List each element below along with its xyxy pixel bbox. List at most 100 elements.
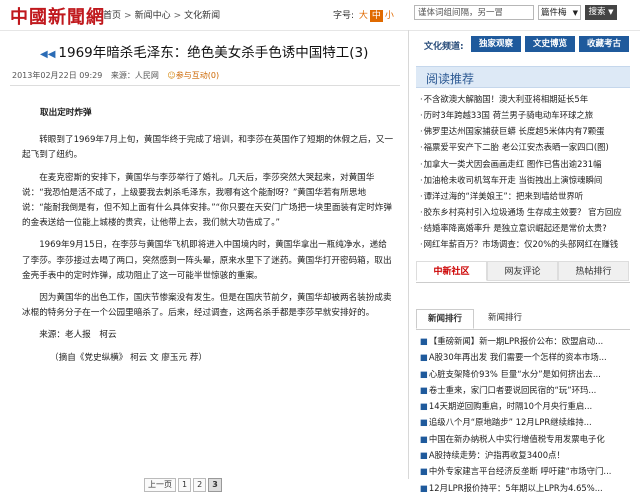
list-item[interactable]: ·不含欲澳大解脑国！澳大利亚将相期延长5年 xyxy=(420,91,628,107)
list-item[interactable]: ■A股30年再出发 我们需要一个怎样的资本市场... xyxy=(420,349,628,365)
list-item[interactable]: ■卷士重来，家门口者要说回民宿的“玩”环玛... xyxy=(420,382,628,398)
rank-list: ■【重磅新闻】新一期LPR报价公布：欧盟启动... ■A股30年再出发 我们需要… xyxy=(420,333,628,496)
bullet-icon: ■ xyxy=(420,336,428,346)
pagination: 上一页 1 2 3 xyxy=(144,478,224,492)
article-body: 取出定时炸弹 转眼到了1969年7月上旬，黄国华终于完成了培训，和李莎在英国作了… xyxy=(22,106,394,373)
bullet-icon: · xyxy=(420,158,423,169)
top-bar: 中國新聞網 首页 > 新闻中心 > 文化新闻 字号: 大中小 谨体词组间隔，另一冒 篇件… xyxy=(0,0,640,31)
list-item-label: A股持续走势：沪指再收复3400点！ xyxy=(428,450,565,461)
community-tabs: 中新社区 网友评论 热帖排行 xyxy=(416,261,630,283)
bullet-icon: · xyxy=(420,142,423,153)
list-item-label: 佛罗里达州国家捕获巨蟒 长度超5米体内有7颗蛋 xyxy=(423,126,605,137)
article-paragraph: 1969年9月15日，在李莎与黄国华飞机即将进入中国境内时，黄国华拿出一瓶纯净水… xyxy=(22,240,392,281)
bullet-icon: · xyxy=(420,206,423,217)
prev-page-button[interactable]: 上一页 xyxy=(144,478,176,492)
article-title-row: ◀◀ 1969年暗杀毛泽东：绝色美女杀手色诱中国特工(3) xyxy=(40,41,368,61)
list-item-label: 不含欲澳大解脑国！澳大利亚将相期延长5年 xyxy=(423,94,589,104)
font-size-switcher: 字号: 大中小 xyxy=(333,8,396,22)
list-item[interactable]: ·结婚率降离婚率升 是独立意识崛起还是常价太贵? xyxy=(420,220,628,236)
bullet-icon: · xyxy=(420,94,423,104)
list-item[interactable]: ·胶东乡村亮村引入垃圾通场 生存成主效要？ 官方回应 xyxy=(420,204,628,220)
search-scope-select[interactable]: 篇件梅 ▼ xyxy=(538,5,581,20)
tab-news-rank[interactable]: 新闻排行 xyxy=(416,309,474,329)
page-link[interactable]: 2 xyxy=(193,478,207,492)
article-date: 2013年02月22日 09:29 xyxy=(12,71,103,80)
reading-recommend-header: 阅读推荐 xyxy=(416,66,630,88)
breadcrumb-home[interactable]: 首页 xyxy=(103,11,121,21)
search-input[interactable]: 谨体词组间隔，另一冒 xyxy=(414,5,534,20)
list-item[interactable]: ·福票爱平安产下二胎 老公江安杰表晒一家四口(图) xyxy=(420,139,628,155)
breadcrumb-news-center[interactable]: 新闻中心 xyxy=(135,11,171,21)
font-size-small[interactable]: 小 xyxy=(383,10,396,22)
breadcrumb: 首页 > 新闻中心 > 文化新闻 xyxy=(103,8,220,21)
article-subheading: 取出定时炸弹 xyxy=(40,108,92,118)
font-size-large[interactable]: 大 xyxy=(357,10,370,22)
divider xyxy=(10,85,400,86)
comment-icon: ☺ xyxy=(167,71,176,80)
rank-tabs: 新闻排行 新闻排行 xyxy=(416,309,630,330)
list-item[interactable]: ■中外专家建言平台经济反垄断 呼吁建“市场守门... xyxy=(420,463,628,479)
list-item-label: 中外专家建言平台经济反垄断 呼吁建“市场守门... xyxy=(428,466,612,477)
list-item-label: 胶东乡村亮村引入垃圾通场 生存成主效要？ 官方回应 xyxy=(423,206,622,217)
list-item[interactable]: ■中国在新办纳税人中实行增值税专用发票电子化 xyxy=(420,431,628,447)
search-scope-value: 篇件梅 xyxy=(541,8,567,18)
bullet-icon: ■ xyxy=(420,417,428,428)
list-item[interactable]: ·谭洋过海的“洋美娘王”：把来到墙给世界听 xyxy=(420,188,628,204)
list-item-label: 结婚率降离婚率升 是独立意识崛起还是常价太贵? xyxy=(423,223,607,234)
list-item[interactable]: ·网红年薪百万？市场调查：仅20%的头部网红在赚钱 xyxy=(420,236,628,252)
page-link[interactable]: 1 xyxy=(178,478,192,492)
audio-icon[interactable]: ◀◀ xyxy=(40,49,55,60)
tab-community[interactable]: 中新社区 xyxy=(416,261,487,281)
article-source: 来源：人民网 xyxy=(110,71,159,80)
reading-recommend-title: 阅读推荐 xyxy=(426,72,475,86)
article-source-line: 来源：老人报 柯云 xyxy=(39,330,117,341)
tab-comments[interactable]: 网友评论 xyxy=(487,261,558,281)
current-page[interactable]: 3 xyxy=(208,478,222,492)
list-item[interactable]: ■12月LPR报价持平：5年期以上LPR为4.65%... xyxy=(420,480,628,496)
bullet-icon: ■ xyxy=(420,352,428,363)
list-item[interactable]: ·加拿大一类犬因会画画走红 图作已售出逾231幅 xyxy=(420,156,628,172)
channel-bar: 文化频道: 独家观察 文史博览 收藏考古 xyxy=(416,36,630,53)
bullet-icon: · xyxy=(420,239,423,250)
list-item-label: 加油枪未收司机驾车开走 当街拽出上演惊魂瞬间 xyxy=(423,174,603,185)
list-item[interactable]: ■追级八个月“原地踏步” 12月LPR继续维持... xyxy=(420,414,628,430)
reading-list: ·不含欲澳大解脑国！澳大利亚将相期延长5年 ·历时3年跨越33国 荷兰男子骑电动… xyxy=(420,91,628,252)
list-item[interactable]: ·加油枪未收司机驾车开走 当街拽出上演惊魂瞬间 xyxy=(420,172,628,188)
bullet-icon: ■ xyxy=(420,466,428,477)
bullet-icon: · xyxy=(420,126,423,137)
bullet-icon: ■ xyxy=(420,368,428,379)
bullet-icon: · xyxy=(420,110,423,121)
comment-link[interactable]: ☺参与互动(0) xyxy=(167,71,219,80)
article-paragraph: 转眼到了1969年7月上旬，黄国华终于完成了培训，和李莎在英国作了短期的休假之后… xyxy=(22,135,394,161)
font-size-medium[interactable]: 中 xyxy=(369,10,383,22)
list-item-label: 福票爱平安产下二胎 老公江安杰表晒一家四口(图) xyxy=(423,142,609,153)
site-logo[interactable]: 中國新聞網 xyxy=(10,3,105,29)
list-item-label: 谭洋过海的“洋美娘王”：把来到墙给世界听 xyxy=(423,190,584,201)
list-item[interactable]: ■A股持续走势：沪指再收复3400点！ xyxy=(420,447,628,463)
article-title: 1969年暗杀毛泽东：绝色美女杀手色诱中国特工(3) xyxy=(58,45,369,61)
list-item[interactable]: ■【重磅新闻】新一期LPR报价公布：欧盟启动... xyxy=(420,333,628,349)
tab-hot-posts[interactable]: 热帖排行 xyxy=(558,261,629,281)
bullet-icon: ■ xyxy=(420,482,428,493)
search-button-label: 搜索 xyxy=(588,7,606,17)
bullet-icon: · xyxy=(420,174,423,185)
bullet-icon: ■ xyxy=(420,401,428,412)
channel-button-collection[interactable]: 收藏考古 xyxy=(579,36,629,52)
list-item[interactable]: ·历时3年跨越33国 荷兰男子骑电动车环球之旅 xyxy=(420,107,628,123)
article-paragraph: 在麦克密斯的安排下，黄国华与李莎举行了婚礼。几天后，李莎突然大哭起来，对黄国华说… xyxy=(22,172,392,229)
list-item[interactable]: ■14天期逆回购重启，时隔10个月央行重启... xyxy=(420,398,628,414)
article-meta: 2013年02月22日 09:29 来源：人民网 ☺参与互动(0) xyxy=(12,70,219,81)
sidebar: 文化频道: 独家观察 文史博览 收藏考古 阅读推荐 ·不含欲澳大解脑国！澳大利亚… xyxy=(416,30,640,493)
breadcrumb-culture-news[interactable]: 文化新闻 xyxy=(184,11,220,21)
list-item-label: 历时3年跨越33国 荷兰男子骑电动车环球之旅 xyxy=(423,110,594,121)
list-item[interactable]: ·佛罗里达州国家捕获巨蟒 长度超5米体内有7颗蛋 xyxy=(420,123,628,139)
search-button[interactable]: 搜索 ▼ xyxy=(585,5,617,20)
list-item[interactable]: ■心脏支架降价93% 巨量“水分”是如何挤出去... xyxy=(420,366,628,382)
list-item-label: 追级八个月“原地踏步” 12月LPR继续维持... xyxy=(428,417,592,428)
channel-button-history[interactable]: 文史博览 xyxy=(525,36,575,52)
bullet-icon: ■ xyxy=(420,384,428,395)
tab-news-rank-2[interactable]: 新闻排行 xyxy=(476,309,534,328)
list-item-label: 中国在新办纳税人中实行增值税专用发票电子化 xyxy=(428,433,605,444)
channel-button-exclusive[interactable]: 独家观察 xyxy=(471,36,521,52)
article-paragraph: 因为黄国华的出色工作，国庆节惨案没有发生。但是在国庆节前夕，黄国华却被两名装扮成… xyxy=(22,293,392,319)
